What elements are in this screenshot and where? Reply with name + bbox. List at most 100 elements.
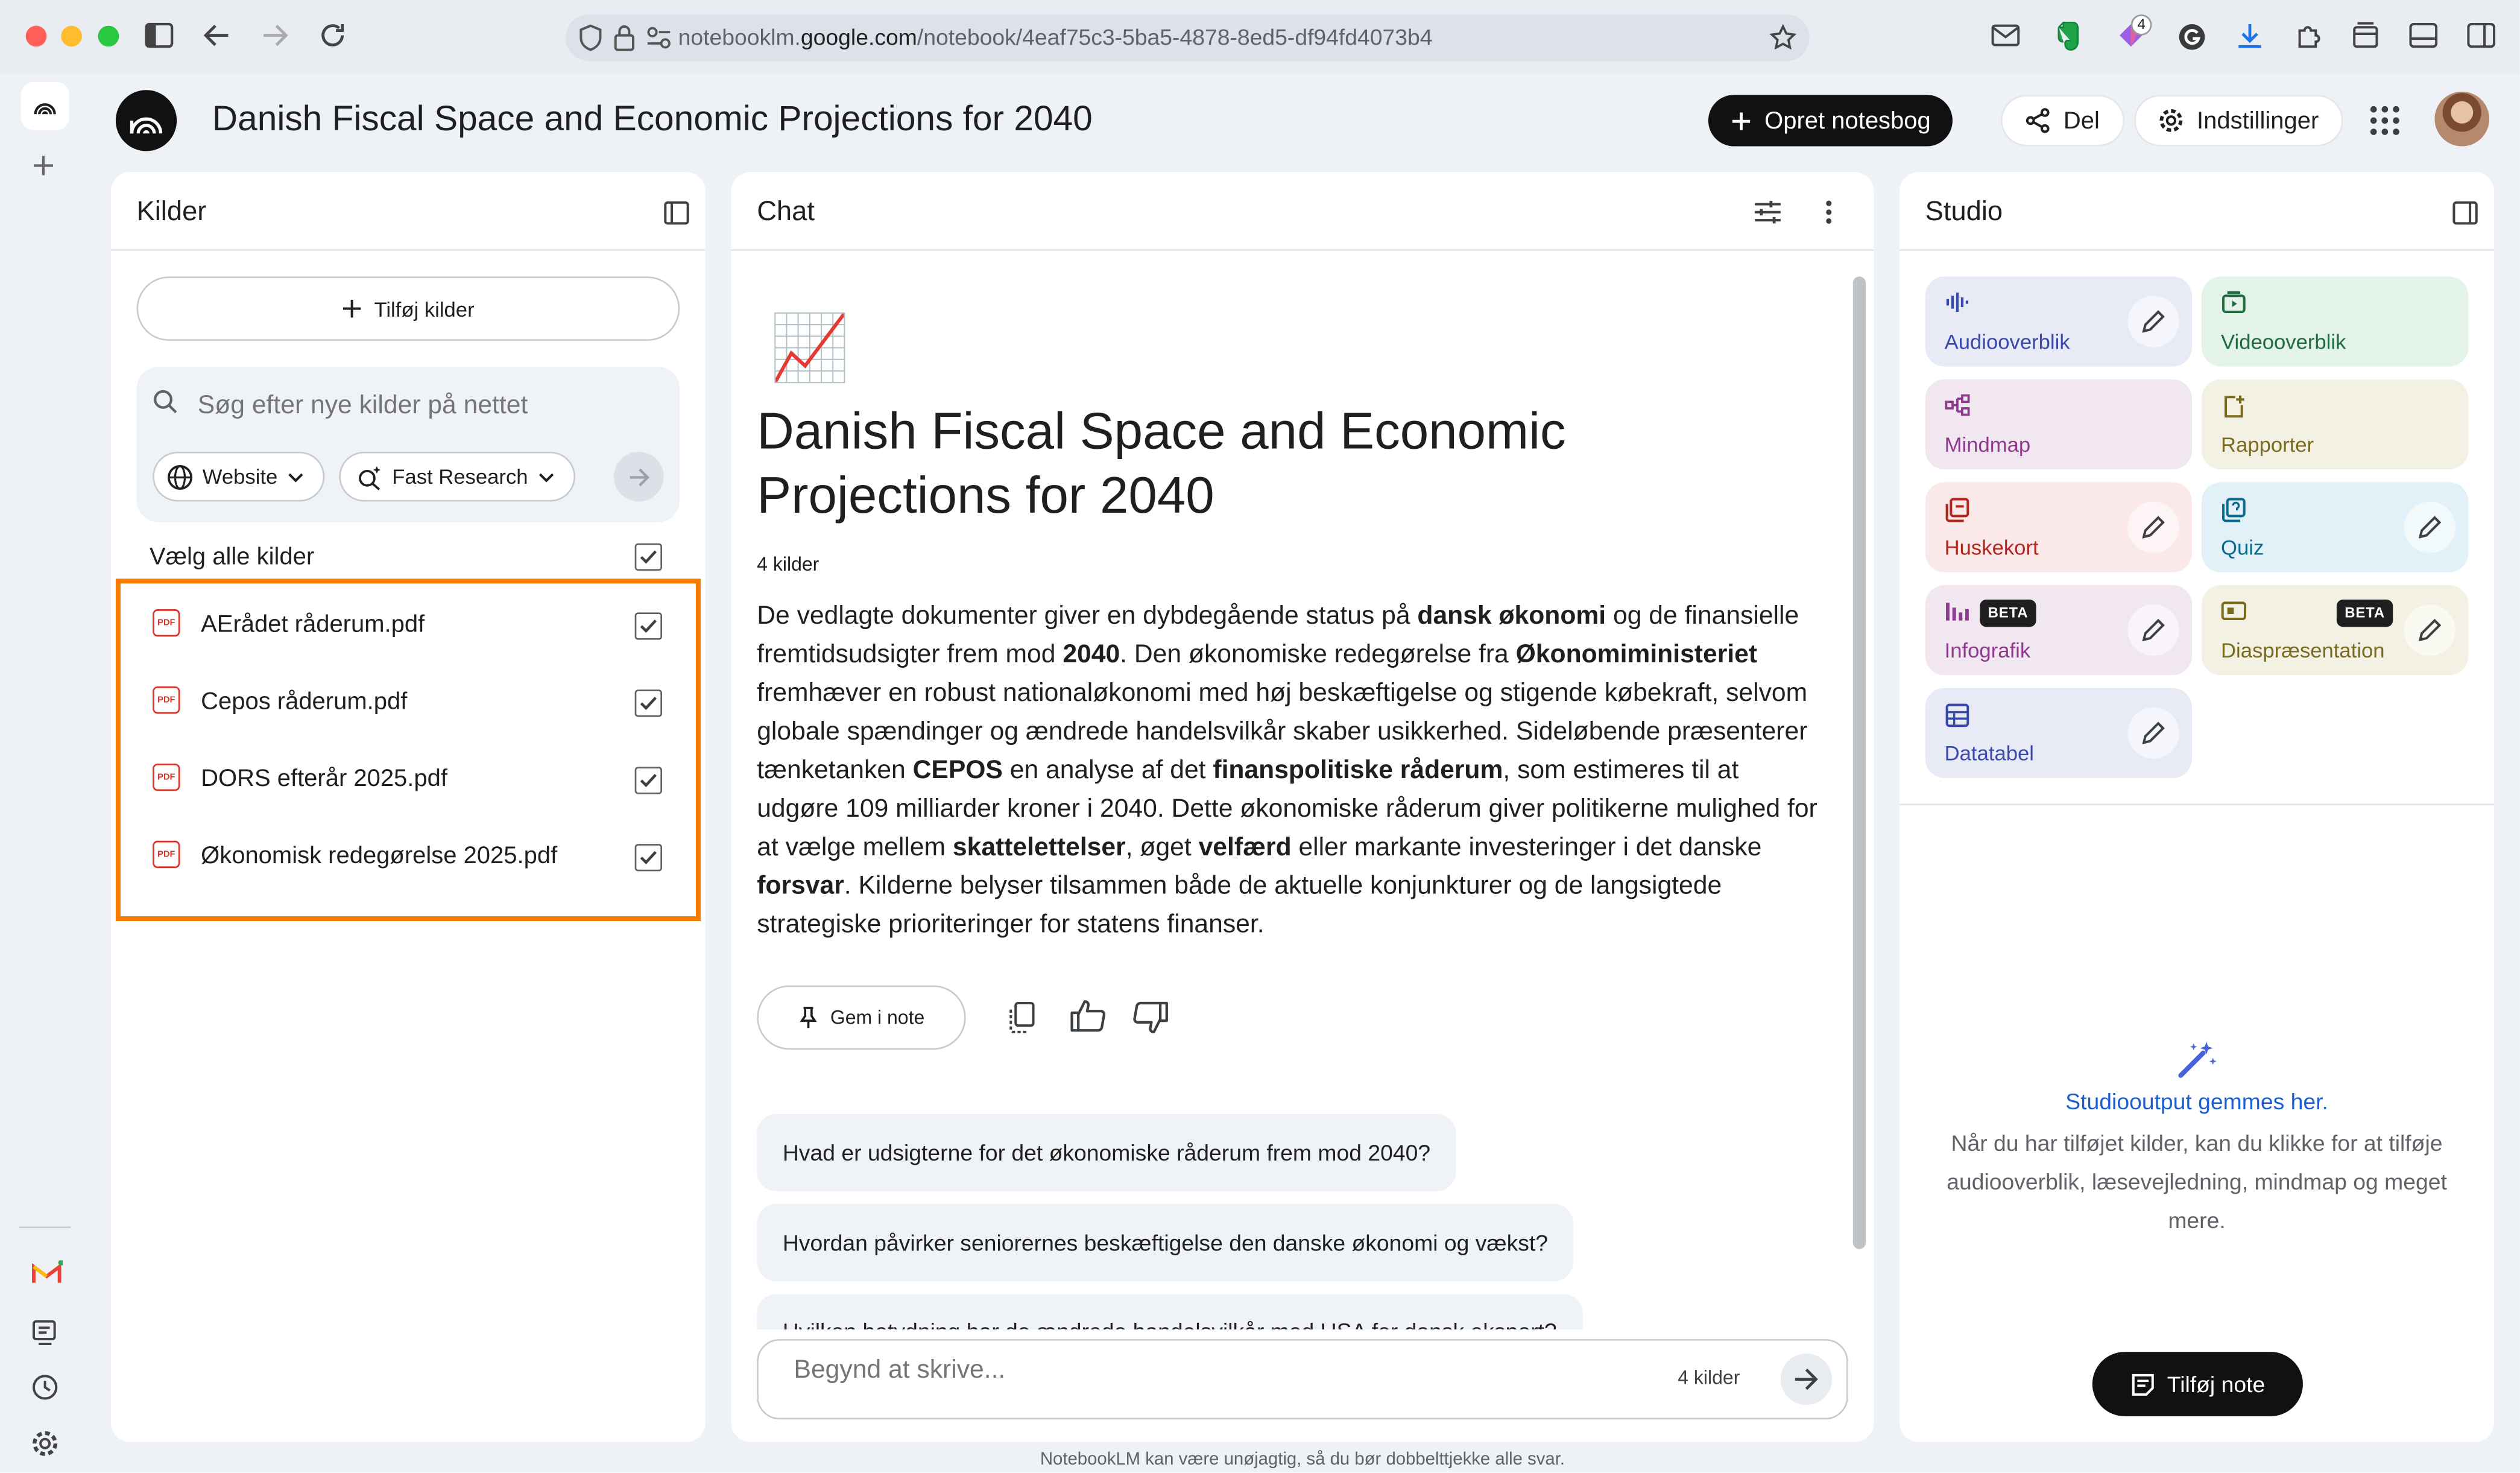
suggested-question[interactable]: Hvad er udsigterne for det økonomiske rå… xyxy=(757,1113,1456,1191)
quiz-tile[interactable]: Quiz xyxy=(2202,482,2469,572)
grammarly-icon[interactable] xyxy=(2177,22,2206,51)
quiz-icon xyxy=(2222,498,2246,522)
studio-divider xyxy=(1899,803,2495,806)
source-checkbox[interactable] xyxy=(634,689,662,717)
suggested-question[interactable]: Hvordan påvirker seniorernes beskæftigel… xyxy=(757,1204,1574,1282)
pencil-icon xyxy=(2142,516,2165,539)
chat-input[interactable] xyxy=(794,1350,1630,1392)
infographic-tile[interactable]: BETA Infografik xyxy=(1925,585,2193,676)
search-submit-button[interactable] xyxy=(614,451,664,502)
video-overview-tile[interactable]: Videooverblik xyxy=(2202,276,2469,367)
edit-button[interactable] xyxy=(2404,501,2456,553)
user-avatar[interactable] xyxy=(2434,91,2490,147)
source-checkbox[interactable] xyxy=(634,612,662,640)
copy-icon[interactable] xyxy=(1008,1001,1037,1033)
settings-button[interactable]: Indstillinger xyxy=(2134,95,2343,147)
data-table-tile[interactable]: Datatabel xyxy=(1925,688,2193,778)
reload-icon[interactable] xyxy=(318,21,347,50)
forward-arrow-icon[interactable] xyxy=(261,22,289,48)
source-checkbox[interactable] xyxy=(634,844,662,872)
edit-button[interactable] xyxy=(2127,604,2179,656)
shield-icon xyxy=(578,24,602,51)
more-vert-icon[interactable] xyxy=(1825,199,1832,225)
slide-deck-tile[interactable]: BETA Diaspræsentation xyxy=(2202,585,2469,676)
share-button[interactable]: Del xyxy=(2000,95,2124,147)
chat-scrollbar[interactable] xyxy=(1852,276,1866,1249)
history-clock-icon[interactable] xyxy=(31,1373,60,1402)
beta-badge: BETA xyxy=(2336,600,2393,627)
reports-tile[interactable]: Rapporter xyxy=(2202,379,2469,470)
extensions-puzzle-icon[interactable] xyxy=(2295,21,2324,50)
split-view-icon[interactable] xyxy=(2409,22,2438,48)
notebook-title[interactable]: Danish Fiscal Space and Economic Project… xyxy=(212,98,1093,140)
rail-divider xyxy=(19,1226,71,1229)
edit-button[interactable] xyxy=(2404,604,2456,656)
notebooklm-logo-icon[interactable] xyxy=(115,90,177,151)
site-settings-icon[interactable] xyxy=(646,26,672,50)
add-panel-icon[interactable] xyxy=(31,153,57,179)
mindmap-tile[interactable]: Mindmap xyxy=(1925,379,2193,470)
notebook-emoji: 📈 xyxy=(769,313,850,384)
collapse-panel-icon[interactable] xyxy=(664,201,690,225)
summary-keyword: finanspolitiske råderum xyxy=(1213,757,1503,785)
audio-overview-tile[interactable]: Audiooverblik xyxy=(1925,276,2193,367)
notebook-heading-line: Danish Fiscal Space and Economic xyxy=(757,402,1566,460)
maximize-window-button[interactable] xyxy=(98,25,119,47)
chat-header-divider xyxy=(731,249,1874,251)
notes-icon[interactable] xyxy=(31,1318,60,1347)
close-window-button[interactable] xyxy=(25,25,47,47)
gmail-icon[interactable] xyxy=(31,1260,63,1286)
minimize-window-button[interactable] xyxy=(61,25,82,47)
select-all-checkbox[interactable] xyxy=(634,543,662,571)
tab-archive-icon[interactable] xyxy=(2351,21,2380,50)
source-item[interactable]: PDF AErådet råderum.pdf xyxy=(111,588,706,665)
share-icon xyxy=(2026,108,2050,133)
edit-button[interactable] xyxy=(2127,296,2179,347)
edit-button[interactable] xyxy=(2127,707,2179,759)
sources-panel: Kilder Tilføj kilder Website Fast Resear… xyxy=(110,172,706,1442)
edit-button[interactable] xyxy=(2127,501,2179,553)
source-checkbox[interactable] xyxy=(634,767,662,794)
source-item[interactable]: PDF Økonomisk redegørelse 2025.pdf xyxy=(111,820,706,897)
address-bar[interactable]: notebooklm.google.com/notebook/4eaf75c3-… xyxy=(566,14,1810,62)
chat-settings-sliders-icon[interactable] xyxy=(1754,199,1783,225)
right-sidebar-icon[interactable] xyxy=(2467,22,2496,48)
notebook-summary: De vedlagte dokumenter giver en dybdegåe… xyxy=(757,598,1821,945)
create-notebook-button[interactable]: Opret notesbog xyxy=(1708,95,1954,147)
save-to-note-button[interactable]: Gem i note xyxy=(757,985,966,1050)
notebooklm-tab-icon[interactable] xyxy=(21,81,69,130)
add-sources-button[interactable]: Tilføj kilder xyxy=(136,276,680,341)
input-source-count: 4 kilder xyxy=(1678,1366,1740,1389)
sidebar-toggle-icon[interactable] xyxy=(145,22,174,48)
select-all-label: Vælg alle kilder xyxy=(149,543,315,571)
summary-keyword: CEPOS xyxy=(912,757,1003,785)
mail-icon[interactable] xyxy=(1991,24,2020,46)
apps-grid-icon[interactable] xyxy=(2369,104,2401,136)
web-search-input[interactable] xyxy=(197,385,664,428)
evernote-icon[interactable] xyxy=(2052,21,2081,52)
thumbs-down-icon[interactable] xyxy=(1133,1001,1169,1034)
send-button[interactable] xyxy=(1780,1353,1833,1405)
source-item[interactable]: PDF Cepos råderum.pdf xyxy=(111,665,706,743)
download-icon[interactable] xyxy=(2235,21,2264,50)
summary-text: en analyse af det xyxy=(1002,757,1213,785)
add-note-label: Tilføj note xyxy=(2167,1371,2266,1397)
flashcards-tile[interactable]: Huskekort xyxy=(1925,482,2193,572)
website-filter-chip[interactable]: Website xyxy=(153,451,324,502)
back-arrow-icon[interactable] xyxy=(203,22,232,48)
collapse-panel-icon[interactable] xyxy=(2452,201,2478,225)
notebook-heading-line: Projections for 2040 xyxy=(757,466,1214,524)
arrow-right-icon xyxy=(1795,1368,1818,1390)
thumbs-up-icon[interactable] xyxy=(1070,1000,1106,1032)
source-item[interactable]: PDF DORS efterår 2025.pdf xyxy=(111,743,706,820)
bookmark-star-icon[interactable] xyxy=(1769,24,1797,51)
summary-keyword: skattelettelser xyxy=(952,834,1126,862)
tile-label: Videooverblik xyxy=(2221,329,2346,354)
research-mode-chip[interactable]: Fast Research xyxy=(339,451,575,502)
note-icon xyxy=(2131,1373,2153,1395)
disclaimer-footer: NotebookLM kan være unøjagtig, så du bør… xyxy=(1040,1449,1565,1469)
pencil-icon xyxy=(2142,619,2165,642)
settings-gear-icon[interactable] xyxy=(31,1429,60,1458)
slides-icon xyxy=(2221,601,2247,621)
add-note-button[interactable]: Tilføj note xyxy=(2092,1352,2303,1416)
